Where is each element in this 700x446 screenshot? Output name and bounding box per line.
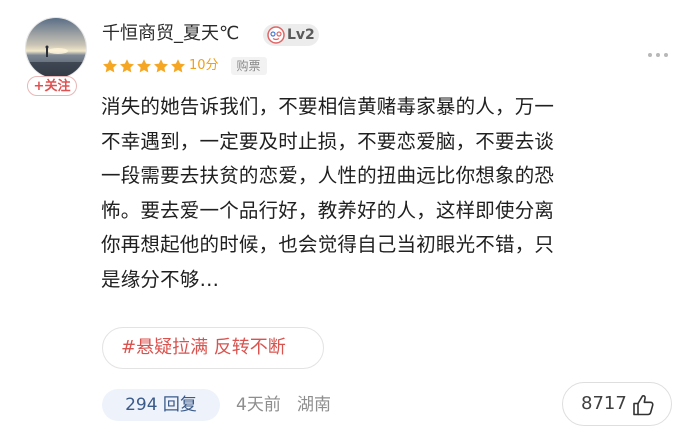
review-line: 怖。要去爱一个品行好，教养好的人，这样即使分离 [101,198,555,222]
like-button[interactable]: 8717 [562,382,672,426]
review-text: 消失的她告诉我们，不要相信黄赌毒家暴的人，万一 不幸遇到，一定要及时止损，不要恋… [101,90,679,297]
post-time: 4天前 [236,395,281,415]
rating-row: 10分 购票 [102,55,267,77]
reply-button[interactable]: 294 回复 [102,389,220,421]
post-location: 湖南 [297,395,331,415]
review-line: 消失的她告诉我们，不要相信黄赌毒家暴的人，万一 [101,95,555,118]
star-icon [171,59,185,73]
avatar[interactable] [25,17,87,79]
like-count: 8717 [581,393,627,414]
review-line: 是缘分不够… [101,267,220,291]
thumbs-up-icon [633,395,654,416]
star-icon [137,59,151,73]
star-rating [102,58,187,74]
review-line: 一段需要去扶贫的恋爱，人性的扭曲远比你想象的恐 [101,164,555,187]
star-icon [154,59,168,73]
username[interactable]: 千恒商贸_夏天℃ [102,22,239,46]
review-line: 你再想起他的时候，也会觉得自己当初眼光不错，只 [101,233,555,256]
purchase-tag: 购票 [230,57,267,75]
more-dots-icon[interactable] [648,42,678,57]
level-face-icon [267,26,285,44]
star-icon [120,59,134,73]
score-text: 10分 [189,58,219,73]
level-badge: Lv2 [263,24,319,46]
review-line: 不幸遇到，一定要及时止损，不要恋爱脑，不要去谈 [101,129,555,153]
topic-tag[interactable]: #悬疑拉满 反转不断 [102,327,324,369]
star-icon [103,59,117,73]
review-card: +关注 千恒商贸_夏天℃ Lv2 10分 购票 消失的她告诉我们，不要相信黄赌毒… [0,0,700,446]
level-text: Lv2 [287,27,315,43]
follow-button[interactable]: +关注 [27,76,77,96]
avatar-sunset-image [26,18,86,78]
